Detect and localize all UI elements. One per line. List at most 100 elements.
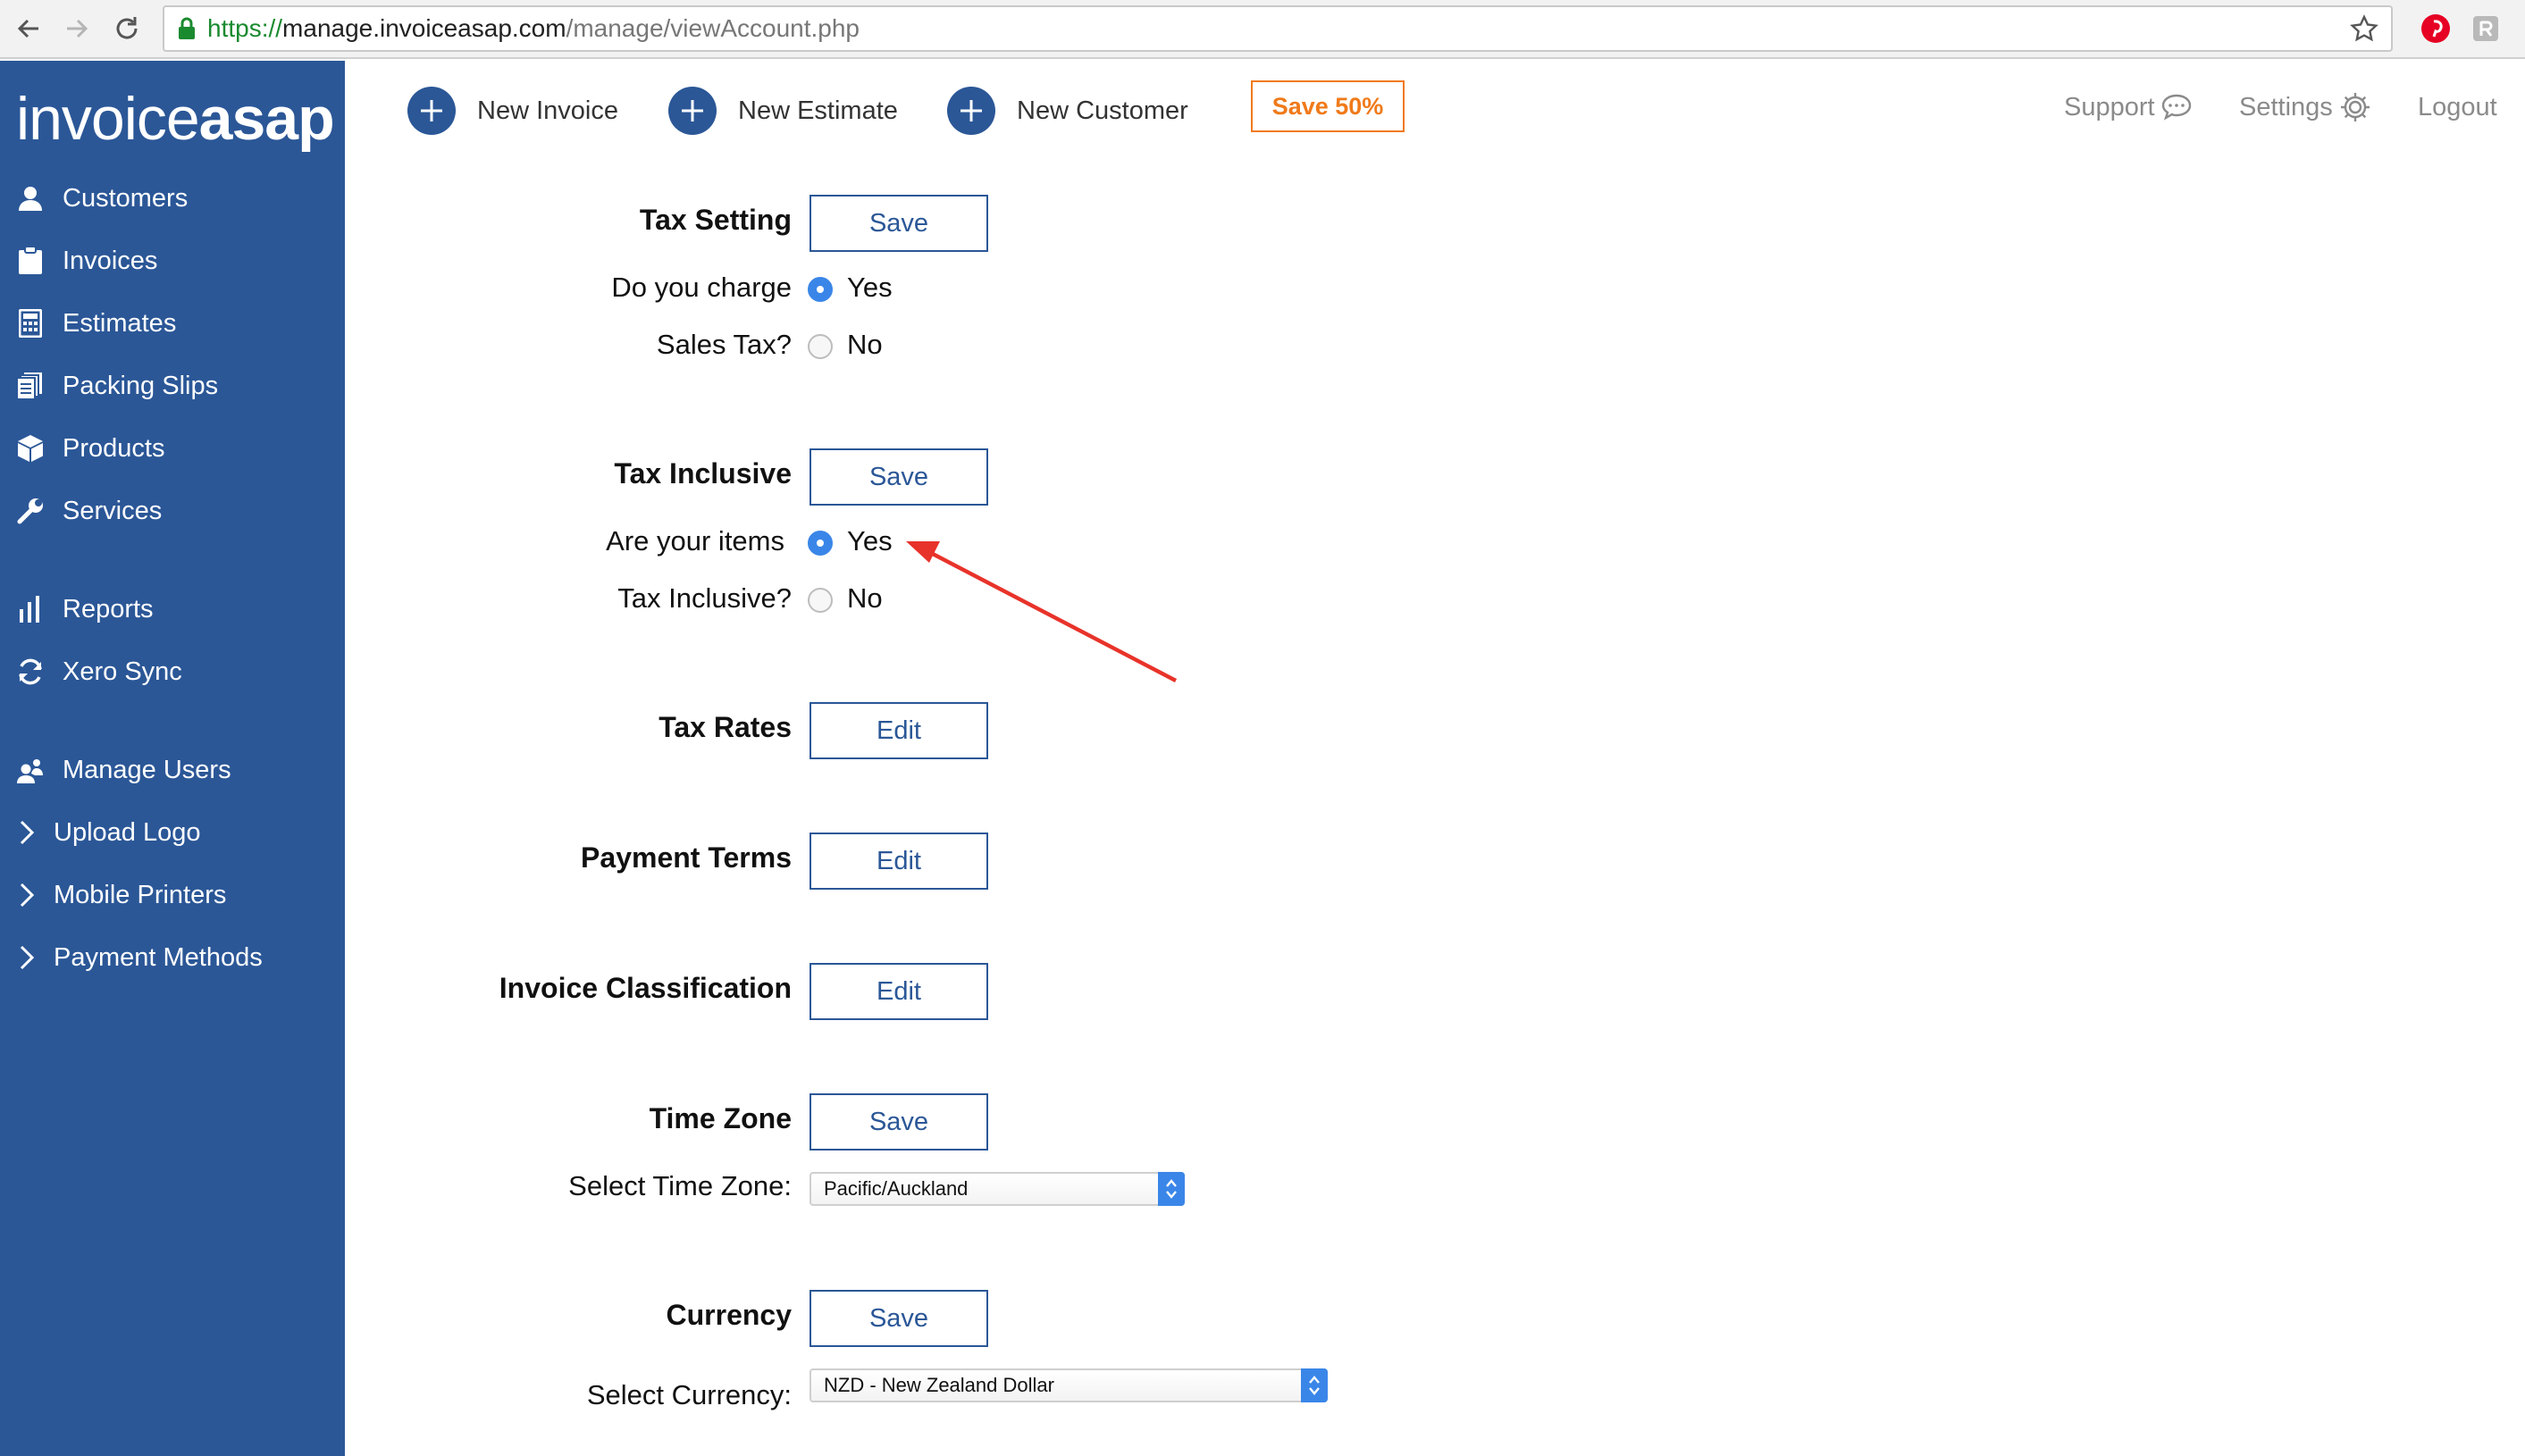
sidebar: invoiceasap Customers Invoices Estimates… [0,61,345,1456]
sidebar-item-invoices[interactable]: Invoices [0,234,345,288]
url-scheme: https:// [207,14,283,42]
sidebar-item-reports[interactable]: Reports [0,582,345,636]
tax-inclusive-yes-radio[interactable] [808,531,833,556]
reload-button[interactable] [105,7,148,50]
chevron-right-icon [14,941,39,974]
browser-chrome: https://manage.invoiceasap.com/manage/vi… [0,0,2525,59]
packing-slips-icon [14,370,46,402]
sidebar-item-label: Reports [63,594,154,623]
sidebar-item-upload-logo[interactable]: Upload Logo [0,806,345,859]
sidebar-item-services[interactable]: Services [0,484,345,538]
logout-link[interactable]: Logout [2418,88,2497,127]
tax-setting-yes-label[interactable]: Yes [847,272,893,304]
tax-setting-no-radio[interactable] [808,334,833,359]
sidebar-item-packing-slips[interactable]: Packing Slips [0,359,345,413]
currency-label: Select Currency: [586,1379,792,1410]
calculator-icon [14,307,46,339]
sidebar-item-label: Upload Logo [54,817,201,847]
tax-rates-edit-button[interactable]: Edit [810,702,988,759]
sidebar-item-label: Products [63,433,165,463]
address-bar[interactable]: https://manage.invoiceasap.com/manage/vi… [163,5,2393,52]
sidebar-item-label: Manage Users [63,755,231,784]
tax-inclusive-question-line2: Tax Inclusive? [617,582,792,614]
arrow-left-icon [17,19,38,38]
currency-selected-value: NZD - New Zealand Dollar [824,1374,1054,1396]
tax-inclusive-save-button[interactable]: Save [810,448,988,506]
sidebar-item-label: Services [63,496,163,525]
arrow-right-icon [67,19,88,38]
box-icon [14,432,46,464]
sidebar-item-products[interactable]: Products [0,422,345,475]
sidebar-item-xero-sync[interactable]: Xero Sync [0,645,345,699]
tax-setting-save-button[interactable]: Save [810,195,988,252]
plus-icon [947,87,995,135]
settings-link[interactable]: Settings [2239,88,2372,127]
sidebar-item-label: Invoices [63,246,158,275]
new-estimate-button[interactable]: New Estimate [668,86,898,136]
sidebar-item-mobile-printers[interactable]: Mobile Printers [0,868,345,922]
tax-inclusive-yes-label[interactable]: Yes [847,525,893,557]
pinterest-extension-icon[interactable] [2418,11,2454,46]
tax-setting-no-label[interactable]: No [847,329,883,361]
new-invoice-button[interactable]: New Invoice [407,86,618,136]
back-button[interactable] [7,7,50,50]
sidebar-item-label: Estimates [63,308,177,338]
support-link[interactable]: Support [2064,88,2193,127]
tax-inclusive-no-radio[interactable] [808,588,833,613]
select-arrows-icon [1158,1172,1185,1206]
url-path: /manage/viewAccount.php [566,14,860,42]
invoiceasap-logo[interactable]: invoiceasap [16,84,335,154]
user-icon [14,182,46,214]
sidebar-item-label: Mobile Printers [54,880,227,909]
bar-chart-icon [14,593,46,625]
tax-inclusive-question-line1: Are your items [606,525,784,556]
time-zone-select[interactable]: Pacific/Auckland [810,1172,1185,1206]
sidebar-item-customers[interactable]: Customers [0,172,345,225]
sidebar-item-estimates[interactable]: Estimates [0,297,345,350]
annotation-arrow-icon [906,541,1178,682]
sidebar-item-label: Xero Sync [63,657,182,686]
wrench-icon [14,495,46,527]
tax-setting-question-line1: Do you charge [611,272,792,303]
payment-terms-edit-button[interactable]: Edit [810,833,988,890]
url-host: manage.invoiceasap.com [282,14,566,42]
extension-icon[interactable] [2468,11,2504,46]
sync-icon [14,656,46,688]
select-arrows-icon [1301,1368,1328,1402]
time-zone-title: Time Zone [649,1102,792,1134]
plus-icon [407,87,456,135]
lock-icon [179,17,195,39]
save-50-promo-button[interactable]: Save 50% [1251,80,1405,132]
sidebar-item-payment-methods[interactable]: Payment Methods [0,931,345,984]
currency-title: Currency [666,1299,793,1331]
users-icon [14,754,46,786]
tax-setting-title: Tax Setting [639,204,792,236]
plus-icon [668,87,717,135]
chevron-right-icon [14,816,39,849]
tax-inclusive-title: Tax Inclusive [614,457,792,490]
time-zone-label: Select Time Zone: [568,1170,792,1201]
payment-terms-title: Payment Terms [581,841,792,874]
tax-rates-title: Tax Rates [659,711,792,743]
tax-setting-question-line2: Sales Tax? [656,329,792,360]
time-zone-save-button[interactable]: Save [810,1093,988,1151]
chat-bubble-icon [2161,94,2191,121]
invoice-classification-title: Invoice Classification [499,972,792,1004]
time-zone-selected-value: Pacific/Auckland [824,1177,969,1200]
invoice-classification-edit-button[interactable]: Edit [810,963,988,1020]
tax-setting-yes-radio[interactable] [808,277,833,302]
gear-icon [2340,93,2370,121]
reload-icon [116,17,138,39]
currency-save-button[interactable]: Save [810,1290,988,1347]
chevron-right-icon [14,879,39,911]
sidebar-item-label: Payment Methods [54,942,263,972]
currency-select[interactable]: NZD - New Zealand Dollar [810,1368,1328,1402]
sidebar-item-label: Customers [63,183,189,213]
clipboard-icon [14,245,46,277]
forward-button[interactable] [55,7,98,50]
sidebar-item-label: Packing Slips [63,371,219,400]
tax-inclusive-no-label[interactable]: No [847,582,883,615]
bookmark-star-icon[interactable] [2350,14,2378,49]
sidebar-item-manage-users[interactable]: Manage Users [0,743,345,797]
new-customer-button[interactable]: New Customer [947,86,1188,136]
